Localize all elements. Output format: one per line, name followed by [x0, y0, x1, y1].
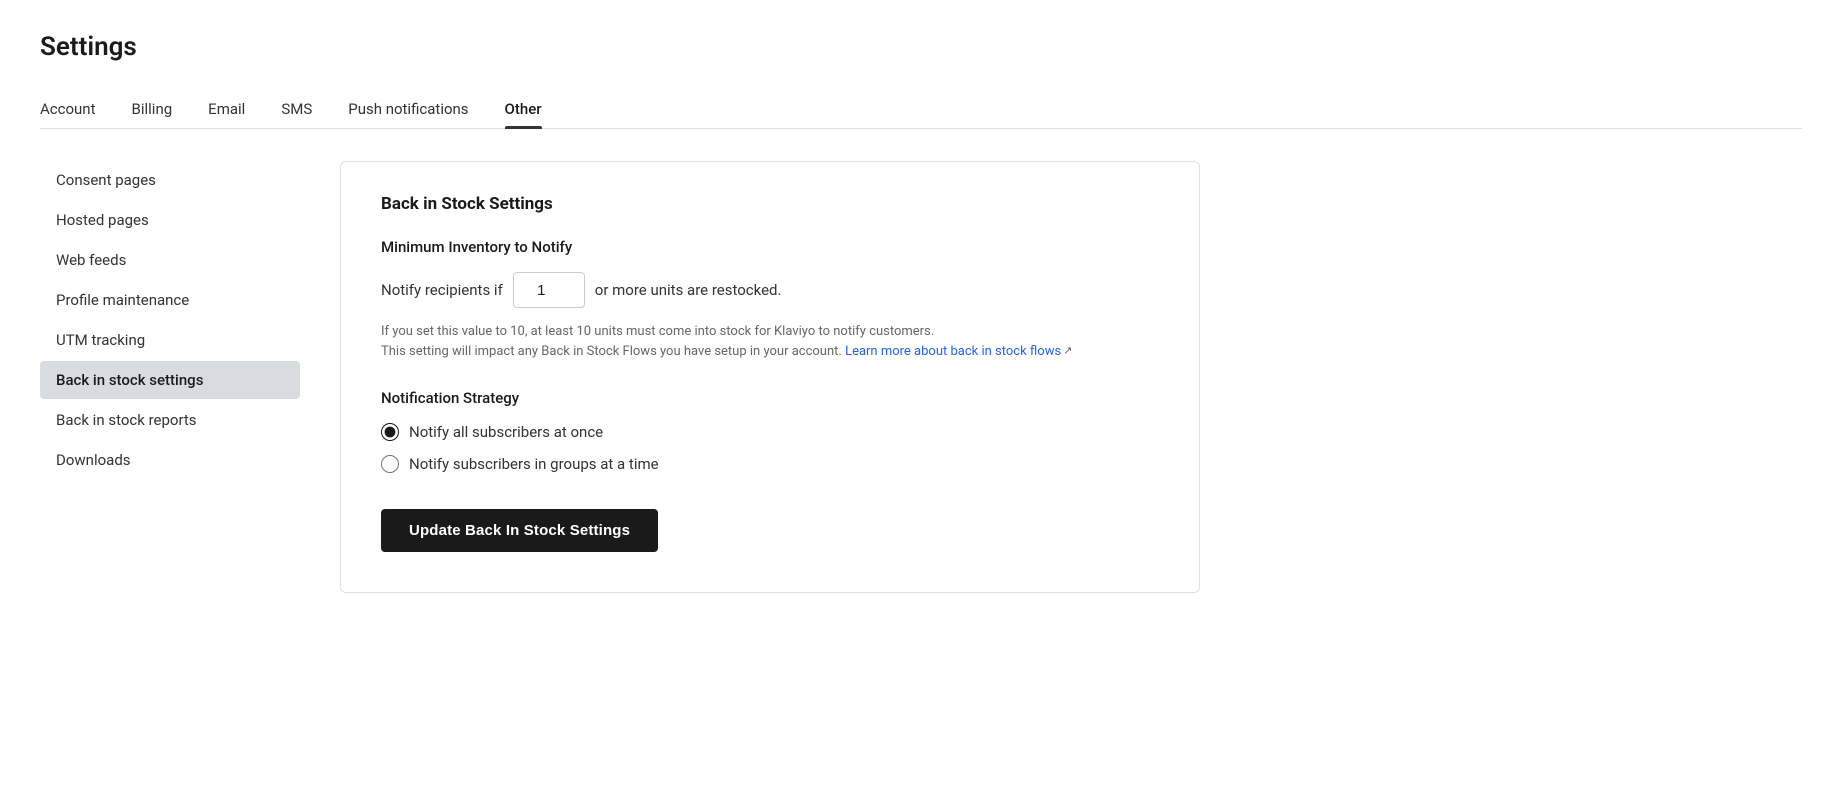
sidebar: Consent pages Hosted pages Web feeds Pro…	[40, 161, 320, 593]
tab-billing[interactable]: Billing	[132, 90, 173, 128]
notification-strategy-label: Notification Strategy	[381, 389, 1159, 407]
sidebar-item-back-in-stock-settings[interactable]: Back in stock settings	[40, 361, 300, 399]
hint-line2: This setting will impact any Back in Sto…	[381, 344, 842, 359]
radio-all-at-once-input[interactable]	[381, 423, 399, 441]
radio-groups-label: Notify subscribers in groups at a time	[409, 455, 659, 473]
radio-groups[interactable]: Notify subscribers in groups at a time	[381, 455, 1159, 473]
sidebar-item-web-feeds[interactable]: Web feeds	[40, 241, 300, 279]
minimum-inventory-label: Minimum Inventory to Notify	[381, 238, 1159, 256]
hint-line1: If you set this value to 10, at least 10…	[381, 324, 934, 339]
sidebar-item-consent-pages[interactable]: Consent pages	[40, 161, 300, 199]
card-title: Back in Stock Settings	[381, 194, 1159, 214]
tab-email[interactable]: Email	[208, 90, 245, 128]
external-link-icon: ↗	[1063, 343, 1072, 360]
radio-all-at-once[interactable]: Notify all subscribers at once	[381, 423, 1159, 441]
notify-row: Notify recipients if or more units are r…	[381, 272, 1159, 308]
notify-suffix: or more units are restocked.	[595, 281, 782, 299]
sidebar-item-back-in-stock-reports[interactable]: Back in stock reports	[40, 401, 300, 439]
back-in-stock-card: Back in Stock Settings Minimum Inventory…	[340, 161, 1200, 593]
main-content: Back in Stock Settings Minimum Inventory…	[320, 161, 1802, 593]
sidebar-item-utm-tracking[interactable]: UTM tracking	[40, 321, 300, 359]
sidebar-item-profile-maintenance[interactable]: Profile maintenance	[40, 281, 300, 319]
notify-prefix: Notify recipients if	[381, 281, 503, 299]
tab-other[interactable]: Other	[505, 90, 542, 128]
update-button[interactable]: Update Back In Stock Settings	[381, 509, 658, 552]
hint-text: If you set this value to 10, at least 10…	[381, 322, 1159, 361]
tab-sms[interactable]: SMS	[281, 90, 312, 128]
tabs-bar: Account Billing Email SMS Push notificat…	[40, 90, 1802, 129]
sidebar-item-hosted-pages[interactable]: Hosted pages	[40, 201, 300, 239]
minimum-inventory-input[interactable]	[513, 272, 585, 308]
learn-more-link[interactable]: Learn more about back in stock flows	[845, 344, 1061, 359]
radio-groups-input[interactable]	[381, 455, 399, 473]
tab-account[interactable]: Account	[40, 90, 96, 128]
sidebar-item-downloads[interactable]: Downloads	[40, 441, 300, 479]
page-title: Settings	[40, 32, 1802, 62]
notification-strategy-radio-group: Notify all subscribers at once Notify su…	[381, 423, 1159, 473]
tab-push-notifications[interactable]: Push notifications	[348, 90, 468, 128]
radio-all-at-once-label: Notify all subscribers at once	[409, 423, 603, 441]
